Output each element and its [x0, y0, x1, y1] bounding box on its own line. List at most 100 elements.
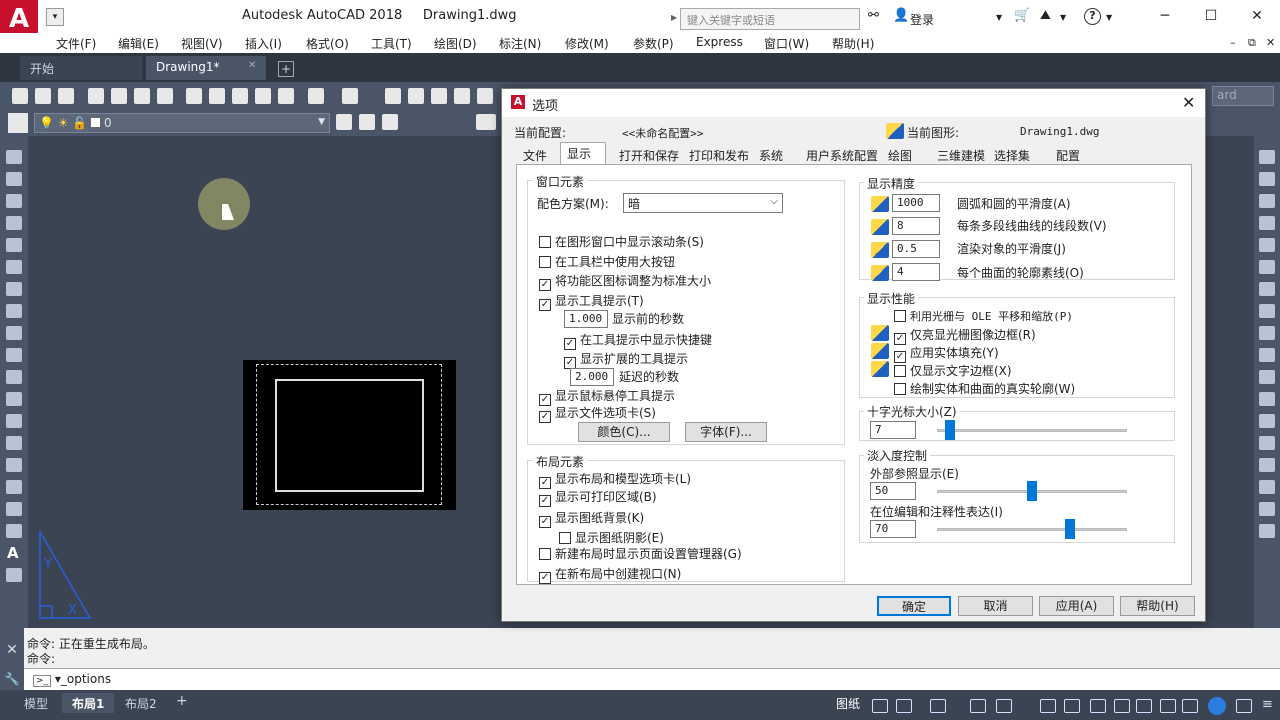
- command-input[interactable]: [24, 668, 1280, 690]
- tab-3d-modeling[interactable]: 三维建模: [930, 144, 992, 164]
- workspace-icon[interactable]: [1182, 699, 1198, 713]
- scale-icon[interactable]: [1259, 304, 1275, 318]
- erase-icon[interactable]: [1259, 150, 1275, 164]
- ellipse-icon[interactable]: [6, 348, 22, 362]
- style-combo[interactable]: ard: [1212, 86, 1274, 106]
- extended-delay-input[interactable]: 2.000: [570, 368, 614, 386]
- cb-solid-fill[interactable]: ✓ 应用实体填充(Y): [894, 344, 999, 363]
- layer-previous-icon[interactable]: [359, 114, 375, 130]
- checkbox[interactable]: [894, 383, 906, 395]
- checkbox[interactable]: ✓: [539, 299, 551, 311]
- otrack-icon[interactable]: [996, 699, 1012, 713]
- cb-layout-tabs[interactable]: ✓ 显示布局和模型选项卡(L): [539, 470, 691, 489]
- plus-icon[interactable]: [1160, 699, 1176, 713]
- gradient-icon[interactable]: [6, 480, 22, 494]
- minimize-button[interactable]: ─: [1142, 2, 1188, 30]
- menu-express[interactable]: Express: [696, 35, 743, 49]
- polyline-icon[interactable]: [6, 194, 22, 208]
- extend-icon[interactable]: [1259, 370, 1275, 384]
- cb-text-frame[interactable]: 仅显示文字边框(X): [894, 362, 1012, 379]
- menu-modify[interactable]: 修改(M): [565, 35, 609, 52]
- grid-icon[interactable]: [872, 699, 888, 713]
- checkbox[interactable]: [894, 365, 906, 377]
- osnap-icon[interactable]: [970, 699, 986, 713]
- tab-start[interactable]: 开始: [20, 56, 142, 80]
- checkbox[interactable]: [539, 256, 551, 268]
- user-icon[interactable]: 👤: [893, 8, 909, 23]
- checkbox[interactable]: [559, 532, 571, 544]
- publish-icon[interactable]: [134, 88, 150, 104]
- break-at-point-icon[interactable]: [1259, 392, 1275, 406]
- checkbox[interactable]: ✓: [539, 279, 551, 291]
- isolate-objects-icon[interactable]: [1208, 697, 1226, 715]
- new-icon[interactable]: [12, 88, 28, 104]
- redo-icon[interactable]: [342, 88, 358, 104]
- checkbox[interactable]: [539, 548, 551, 560]
- zoom-window-icon[interactable]: [431, 88, 447, 104]
- clean-screen-icon[interactable]: [1236, 699, 1252, 713]
- checkbox[interactable]: [539, 236, 551, 248]
- make-current-icon[interactable]: [336, 114, 352, 130]
- snap-icon[interactable]: [896, 699, 912, 713]
- xref-slider-thumb[interactable]: [1027, 481, 1037, 501]
- crosshair-size-input[interactable]: 7: [870, 421, 916, 439]
- rectangle-icon[interactable]: [6, 238, 22, 252]
- apply-button[interactable]: 应用(A): [1039, 596, 1114, 616]
- layer-dropdown-icon[interactable]: ▼: [318, 117, 325, 127]
- menu-draw[interactable]: 绘图(D): [434, 35, 477, 52]
- contour-lines-input[interactable]: 4: [892, 263, 940, 281]
- trim-icon[interactable]: [1259, 348, 1275, 362]
- explode-icon[interactable]: [1259, 524, 1275, 538]
- cb-scrollbars[interactable]: 在图形窗口中显示滚动条(S): [539, 233, 704, 250]
- fonts-button[interactable]: 字体(F)...: [685, 422, 767, 442]
- join-icon[interactable]: [1259, 436, 1275, 450]
- bylayer-combo-icon[interactable]: [476, 114, 496, 130]
- doc-close-icon[interactable]: ✕: [1266, 36, 1275, 49]
- xref-display-input[interactable]: 50: [870, 482, 916, 500]
- render-smoothness-input[interactable]: 0.5: [892, 240, 940, 258]
- add-selected-icon[interactable]: [6, 568, 22, 582]
- save-icon[interactable]: [58, 88, 74, 104]
- gizmo-icon[interactable]: [1114, 699, 1130, 713]
- cb-printable[interactable]: ✓ 显示可打印区域(B): [539, 488, 657, 507]
- colors-button[interactable]: 颜色(C)...: [578, 422, 670, 442]
- ellipse-arc-icon[interactable]: [6, 370, 22, 384]
- paper-space-toggle[interactable]: 图纸: [836, 695, 866, 715]
- construction-line-icon[interactable]: [6, 172, 22, 186]
- menu-edit[interactable]: 编辑(E): [118, 35, 159, 52]
- tab-close-icon[interactable]: ✕: [248, 60, 256, 71]
- cb-tooltips[interactable]: ✓ 显示工具提示(T): [539, 292, 644, 311]
- pan-icon[interactable]: [385, 88, 401, 104]
- tab-drawing1[interactable]: Drawing1* ✕: [146, 56, 266, 80]
- tab-drafting[interactable]: 绘图: [881, 144, 919, 164]
- print-preview-icon[interactable]: [111, 88, 127, 104]
- layout-tab-layout2[interactable]: 布局2: [115, 693, 167, 713]
- text-icon[interactable]: A: [7, 544, 19, 562]
- layer-manager-icon[interactable]: [8, 113, 28, 133]
- polygon-icon[interactable]: [6, 216, 22, 230]
- copy-object-icon[interactable]: [1259, 172, 1275, 186]
- tab-user-preferences[interactable]: 用户系统配置: [799, 144, 885, 164]
- inplace-slider-track[interactable]: [937, 528, 1127, 531]
- polyline-segments-input[interactable]: 8: [892, 217, 940, 235]
- menu-parametric[interactable]: 参数(P): [633, 35, 674, 52]
- properties-icon[interactable]: [477, 88, 493, 104]
- transparency-icon[interactable]: [1064, 699, 1080, 713]
- offset-icon[interactable]: [1259, 216, 1275, 230]
- customize-status-icon[interactable]: ≡: [1262, 697, 1273, 712]
- 3d-print-icon[interactable]: [157, 88, 173, 104]
- inplace-edit-input[interactable]: 70: [870, 520, 916, 538]
- command-close-icon[interactable]: ✕: [0, 642, 24, 658]
- layout-tab-layout1[interactable]: 布局1: [62, 693, 115, 713]
- quick-access-dropdown-icon[interactable]: ▾: [46, 8, 64, 26]
- inplace-slider-thumb[interactable]: [1065, 519, 1075, 539]
- cb-silhouettes[interactable]: 绘制实体和曲面的真实轮廓(W): [894, 380, 1075, 397]
- break-icon[interactable]: [1259, 414, 1275, 428]
- paste-icon[interactable]: [232, 88, 248, 104]
- tab-system[interactable]: 系统: [752, 144, 790, 164]
- menu-format[interactable]: 格式(O): [306, 35, 349, 52]
- tab-display[interactable]: 显示: [560, 142, 606, 164]
- menu-tools[interactable]: 工具(T): [371, 35, 412, 52]
- login-dropdown-icon[interactable]: ▼: [996, 13, 1002, 22]
- cart-icon[interactable]: 🛒: [1014, 8, 1030, 23]
